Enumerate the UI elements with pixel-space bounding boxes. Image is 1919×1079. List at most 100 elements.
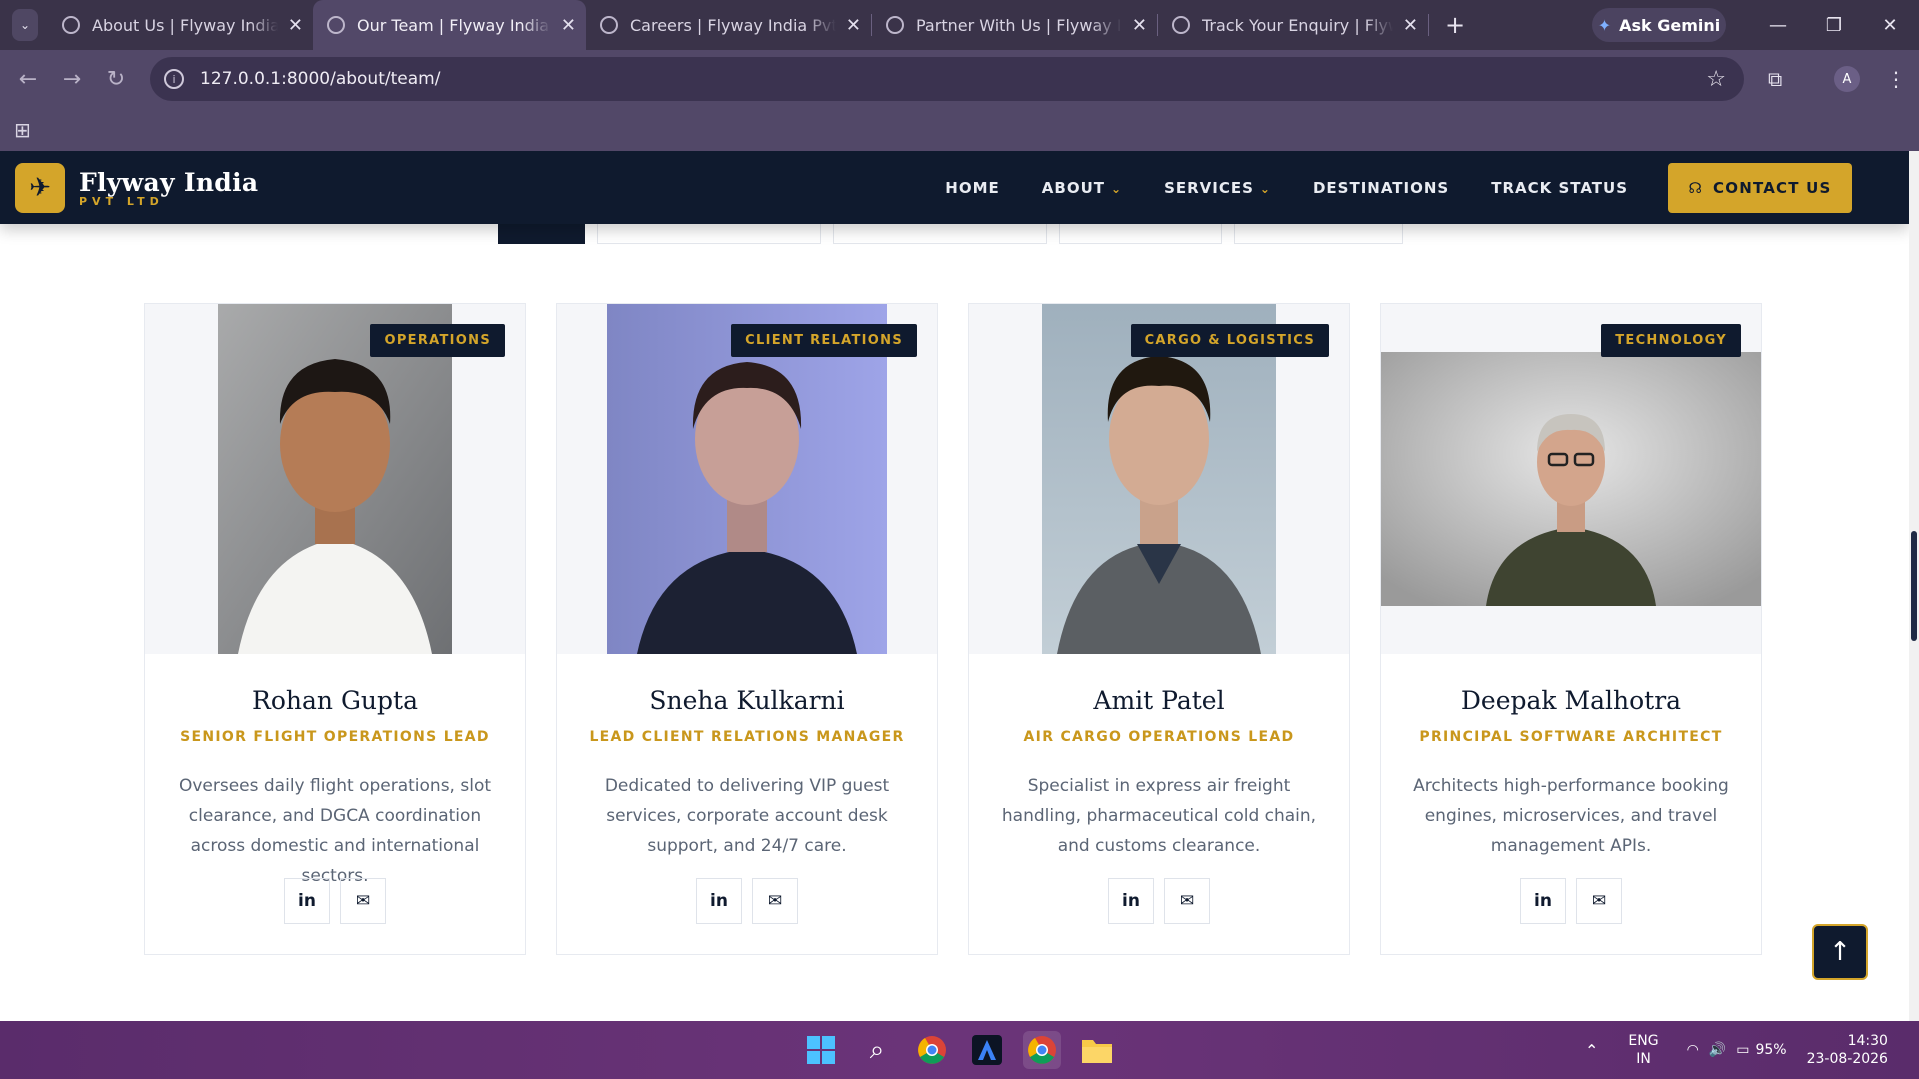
avatar[interactable]: A: [1834, 66, 1860, 92]
member-role: PRINCIPAL SOFTWARE ARCHITECT: [1419, 729, 1723, 745]
tab-title: Our Team | Flyway India Pvt Ltd: [357, 15, 551, 35]
nav-services[interactable]: SERVICES ⌄: [1164, 179, 1271, 197]
search-icon[interactable]: ⌕: [858, 1031, 896, 1069]
linkedin-icon[interactable]: in: [1108, 878, 1154, 924]
site-info-icon[interactable]: i: [164, 69, 184, 89]
url-text: 127.0.0.1:8000/about/team/: [200, 69, 441, 89]
close-tab-icon[interactable]: ✕: [1132, 15, 1147, 36]
system-tray: ⌃ ENG IN ◠ 🔊 ▭ 95% 14:30 23-08-2026: [1585, 1021, 1888, 1079]
address-bar[interactable]: i 127.0.0.1:8000/about/team/ ☆: [150, 57, 1744, 101]
nav-label: TRACK STATUS: [1491, 178, 1628, 197]
chevron-down-icon: ⌄: [1111, 181, 1123, 196]
social-links: in ✉: [557, 878, 937, 924]
brand[interactable]: Flyway India PVT LTD: [79, 168, 258, 208]
contact-us-button[interactable]: ☊ CONTACT US: [1668, 162, 1852, 213]
tab-about-us[interactable]: About Us | Flyway India Pvt Ltd ✕: [48, 0, 313, 50]
os-taskbar: ⌕ ⌃ ENG IN ◠ 🔊 ▭ 95% 14:30 23-08-2026: [0, 1021, 1919, 1079]
minimize-window-icon[interactable]: —: [1750, 0, 1806, 50]
member-photo: CLIENT RELATIONS: [557, 304, 937, 654]
filter-tab[interactable]: [498, 224, 585, 244]
envelope-icon[interactable]: ✉: [752, 878, 798, 924]
chrome-icon[interactable]: [913, 1031, 951, 1069]
filter-tab[interactable]: [597, 224, 821, 244]
nav-label: HOME: [945, 178, 1000, 197]
tab-track-enquiry[interactable]: Track Your Enquiry | Flyway India ✕: [1158, 0, 1428, 50]
ask-gemini-label: Ask Gemini: [1619, 15, 1721, 35]
close-window-icon[interactable]: ✕: [1862, 0, 1918, 50]
language-indicator[interactable]: ENG IN: [1628, 1032, 1658, 1068]
clock-date: 23-08-2026: [1806, 1051, 1888, 1067]
globe-icon: [62, 16, 80, 34]
airplane-logo-icon[interactable]: ✈: [15, 162, 65, 213]
linkedin-icon[interactable]: in: [1520, 878, 1566, 924]
site-header: ✈ Flyway India PVT LTD HOME ABOUT ⌄ SERVI…: [0, 151, 1909, 224]
tab-title: Track Your Enquiry | Flyway India: [1202, 15, 1393, 35]
tab-partner[interactable]: Partner With Us | Flyway India ✕: [872, 0, 1157, 50]
globe-icon: [600, 16, 618, 34]
department-badge: OPERATIONS: [370, 324, 505, 357]
linkedin-icon[interactable]: in: [284, 878, 330, 924]
nav-destinations[interactable]: DESTINATIONS: [1313, 179, 1449, 197]
tab-careers[interactable]: Careers | Flyway India Pvt Ltd ✕: [586, 0, 871, 50]
scrollbar-thumb[interactable]: [1911, 531, 1917, 641]
envelope-icon[interactable]: ✉: [1164, 878, 1210, 924]
social-links: in ✉: [969, 878, 1349, 924]
gemini-sparkle-icon: ✦: [1597, 15, 1612, 35]
nav-track-status[interactable]: TRACK STATUS: [1491, 179, 1628, 197]
arrow-up-icon: ↑: [1829, 937, 1851, 967]
globe-icon: [327, 16, 345, 34]
linkedin-icon[interactable]: in: [696, 878, 742, 924]
member-name: Rohan Gupta: [252, 686, 418, 715]
app-a-icon[interactable]: [968, 1031, 1006, 1069]
clock[interactable]: 14:30 23-08-2026: [1807, 1032, 1888, 1068]
nav-label: DESTINATIONS: [1312, 178, 1450, 197]
forward-icon[interactable]: →: [50, 67, 94, 92]
filter-tab[interactable]: [1059, 224, 1222, 244]
windows-start-icon[interactable]: [802, 1031, 840, 1069]
wifi-icon[interactable]: ◠: [1687, 1042, 1699, 1058]
chevron-up-icon[interactable]: ⌃: [1585, 1041, 1598, 1060]
more-menu-icon[interactable]: ⋮: [1886, 67, 1906, 91]
member-role: LEAD CLIENT RELATIONS MANAGER: [589, 729, 905, 745]
volume-icon[interactable]: 🔊: [1709, 1042, 1726, 1058]
team-grid: OPERATIONS Rohan Gupta SENIOR FLIGHT OPE…: [144, 303, 1762, 955]
close-tab-icon[interactable]: ✕: [1403, 15, 1418, 36]
page-scrollbar[interactable]: [1909, 151, 1919, 1021]
contact-us-label: CONTACT US: [1713, 178, 1832, 197]
envelope-icon[interactable]: ✉: [340, 878, 386, 924]
close-tab-icon[interactable]: ✕: [288, 15, 303, 36]
extensions-icon[interactable]: ⧉: [1768, 67, 1782, 91]
member-name: Amit Patel: [1093, 686, 1225, 715]
envelope-icon[interactable]: ✉: [1576, 878, 1622, 924]
apps-grid-icon[interactable]: ⊞: [14, 118, 31, 142]
battery-icon[interactable]: ▭: [1736, 1042, 1749, 1058]
tab-title: Careers | Flyway India Pvt Ltd: [630, 15, 836, 35]
member-name: Deepak Malhotra: [1460, 686, 1682, 715]
file-explorer-icon[interactable]: [1078, 1031, 1116, 1069]
member-name: Sneha Kulkarni: [649, 686, 845, 715]
main-nav: HOME ABOUT ⌄ SERVICES ⌄ DESTINATIONS TRACK…: [903, 151, 1852, 224]
ask-gemini-button[interactable]: ✦ Ask Gemini: [1592, 8, 1726, 42]
tab-our-team[interactable]: Our Team | Flyway India Pvt Ltd ✕: [313, 0, 586, 50]
reload-icon[interactable]: ↻: [94, 67, 138, 92]
member-bio: Dedicated to delivering VIP guest servic…: [604, 776, 890, 856]
bookmark-star-icon[interactable]: ☆: [1706, 67, 1726, 92]
restore-window-icon[interactable]: ❐: [1806, 0, 1862, 50]
new-tab-icon[interactable]: +: [1445, 11, 1465, 39]
language-code: ENG: [1628, 1033, 1659, 1049]
close-tab-icon[interactable]: ✕: [561, 15, 576, 36]
back-to-top-button[interactable]: ↑: [1812, 924, 1868, 980]
filter-tab[interactable]: [833, 224, 1047, 244]
nav-about[interactable]: ABOUT ⌄: [1042, 179, 1122, 197]
tab-search-button[interactable]: ⌄: [12, 9, 38, 41]
page-viewport: ✈ Flyway India PVT LTD HOME ABOUT ⌄ SERVI…: [0, 151, 1909, 1021]
close-tab-icon[interactable]: ✕: [846, 15, 861, 36]
nav-home[interactable]: HOME: [945, 179, 999, 197]
chrome-active-icon[interactable]: [1023, 1031, 1061, 1069]
filter-tab[interactable]: [1234, 224, 1403, 244]
region-code: IN: [1636, 1051, 1651, 1067]
member-photo: CARGO & LOGISTICS: [969, 304, 1349, 654]
department-badge: CLIENT RELATIONS: [731, 324, 917, 357]
member-role: SENIOR FLIGHT OPERATIONS LEAD: [180, 729, 490, 745]
back-icon[interactable]: ←: [6, 67, 50, 92]
